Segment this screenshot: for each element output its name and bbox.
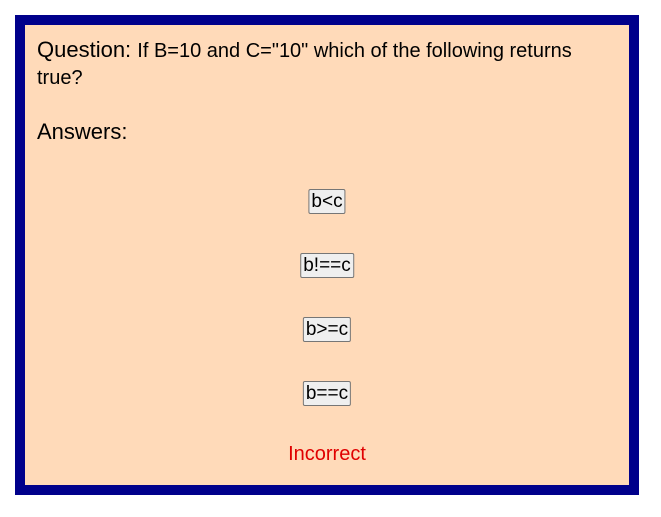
- answer-button-1[interactable]: b<c: [308, 189, 346, 214]
- answer-button-4[interactable]: b==c: [302, 381, 352, 406]
- quiz-panel: Question: If B=10 and C="10" which of th…: [15, 15, 639, 495]
- answer-button-2[interactable]: b!==c: [300, 253, 354, 278]
- question: Question: If B=10 and C="10" which of th…: [37, 37, 622, 91]
- answer-button-3[interactable]: b>=c: [302, 317, 352, 342]
- answers-heading: Answers:: [37, 119, 128, 144]
- question-label: Question:: [37, 37, 132, 62]
- result-message: Incorrect: [288, 443, 366, 465]
